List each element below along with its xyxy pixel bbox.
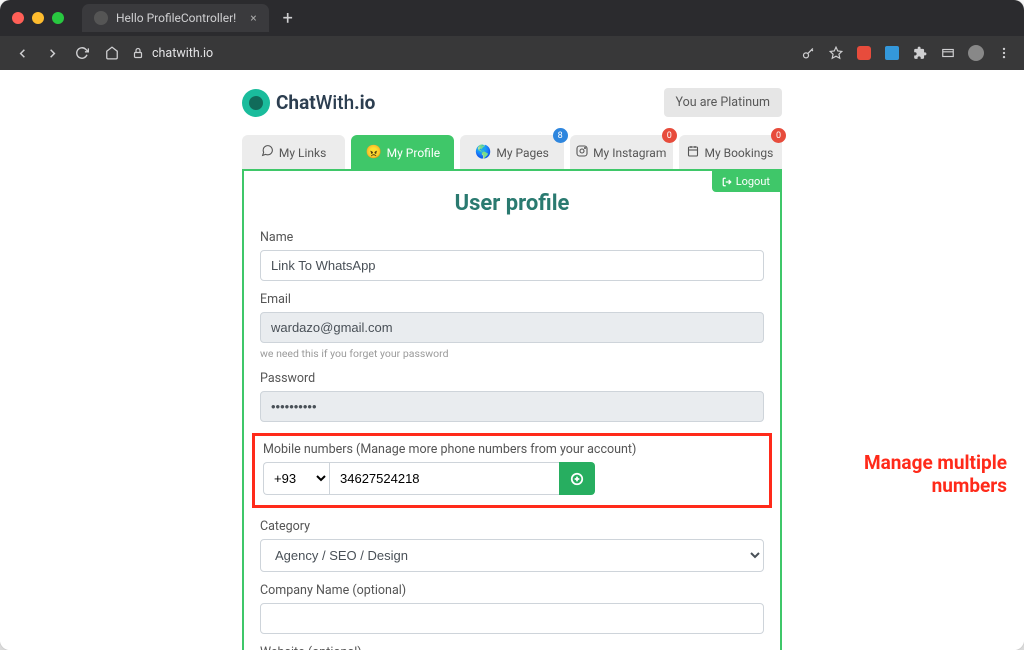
country-code-select[interactable]: +93 [263,462,329,495]
field-email: Email we need this if you forget your pa… [260,292,764,360]
category-label: Category [260,519,764,534]
maximize-window-button[interactable] [52,12,64,24]
logout-button[interactable]: Logout [712,171,780,192]
extensions-icon[interactable] [912,45,928,61]
tab-label: My Profile [387,146,440,160]
tab-title: Hello ProfileController! [116,11,236,25]
globe-icon: 🌎 [475,145,491,160]
title-bar: Hello ProfileController! × + [0,0,1024,36]
email-help: we need this if you forget your password [260,347,764,360]
browser-window: Hello ProfileController! × + chatwith.io [0,0,1024,650]
field-password: Password [260,371,764,422]
company-input[interactable] [260,603,764,634]
highlighted-mobile-section: Mobile numbers (Manage more phone number… [252,433,772,508]
calendar-icon [687,145,699,161]
instagram-icon [576,145,588,161]
logo-mark-icon [242,89,270,117]
email-label: Email [260,292,764,307]
url-text: chatwith.io [152,46,213,61]
close-tab-icon[interactable]: × [250,11,256,25]
tab-my-instagram[interactable]: My Instagram 0 [570,135,673,170]
pages-badge: 8 [553,128,568,143]
lock-icon [132,47,144,59]
bookings-badge: 0 [771,128,786,143]
tab-label: My Links [279,146,326,160]
ext-2-icon[interactable] [884,45,900,61]
add-phone-button[interactable] [559,462,595,495]
tab-label: My Instagram [593,146,666,160]
field-company: Company Name (optional) [260,583,764,634]
browser-tab[interactable]: Hello ProfileController! × [82,4,269,32]
reload-button[interactable] [72,43,92,63]
profile-panel: Logout User profile Name Email we need t… [242,169,782,650]
forward-button[interactable] [42,43,62,63]
email-input[interactable] [260,312,764,343]
page-title: User profile [260,191,764,216]
tab-label: My Bookings [704,146,773,160]
face-icon: 😠 [365,145,381,160]
logout-icon [722,177,732,187]
tab-my-pages[interactable]: 🌎 My Pages 8 [460,135,563,170]
category-select[interactable]: Agency / SEO / Design [260,539,764,572]
company-label: Company Name (optional) [260,583,764,598]
window-controls [12,12,64,24]
toolbar-right [800,45,1012,61]
phone-input[interactable] [329,462,559,495]
tab-favicon [94,11,108,25]
browser-toolbar: chatwith.io [0,36,1024,70]
menu-icon[interactable] [996,45,1012,61]
name-label: Name [260,230,764,245]
star-icon[interactable] [828,45,844,61]
key-icon[interactable] [800,45,816,61]
close-window-button[interactable] [12,12,24,24]
field-website: Website (optional) [260,645,764,650]
avatar-icon[interactable] [968,45,984,61]
back-button[interactable] [12,43,32,63]
page-content: ChatWith.io You are Platinum My Links 😠 … [0,70,1024,650]
home-button[interactable] [102,43,122,63]
address-bar[interactable]: chatwith.io [132,46,790,61]
field-category: Category Agency / SEO / Design [260,519,764,572]
ext-1-icon[interactable] [856,45,872,61]
tab-my-links[interactable]: My Links [242,135,345,170]
password-input[interactable] [260,391,764,422]
mobile-label: Mobile numbers (Manage more phone number… [263,442,761,457]
main-container: ChatWith.io You are Platinum My Links 😠 … [242,88,782,650]
whatsapp-icon [261,144,274,161]
minimize-window-button[interactable] [32,12,44,24]
nav-tabs: My Links 😠 My Profile 🌎 My Pages 8 My In… [242,135,782,170]
instagram-badge: 0 [662,128,677,143]
name-input[interactable] [260,250,764,281]
phone-row: +93 [263,462,761,495]
tab-my-bookings[interactable]: My Bookings 0 [679,135,782,170]
tab-label: My Pages [496,146,548,160]
password-label: Password [260,371,764,386]
page-header: ChatWith.io You are Platinum [242,88,782,117]
ext-3-icon[interactable] [940,45,956,61]
new-tab-button[interactable]: + [277,8,299,29]
logo[interactable]: ChatWith.io [242,89,375,117]
plus-circle-icon [570,472,584,486]
annotation-callout: Manage multiple numbers [864,452,1007,498]
tab-my-profile[interactable]: 😠 My Profile [351,135,454,170]
website-label: Website (optional) [260,645,764,650]
platinum-badge: You are Platinum [664,88,783,117]
field-name: Name [260,230,764,281]
logo-text: ChatWith.io [276,91,375,114]
